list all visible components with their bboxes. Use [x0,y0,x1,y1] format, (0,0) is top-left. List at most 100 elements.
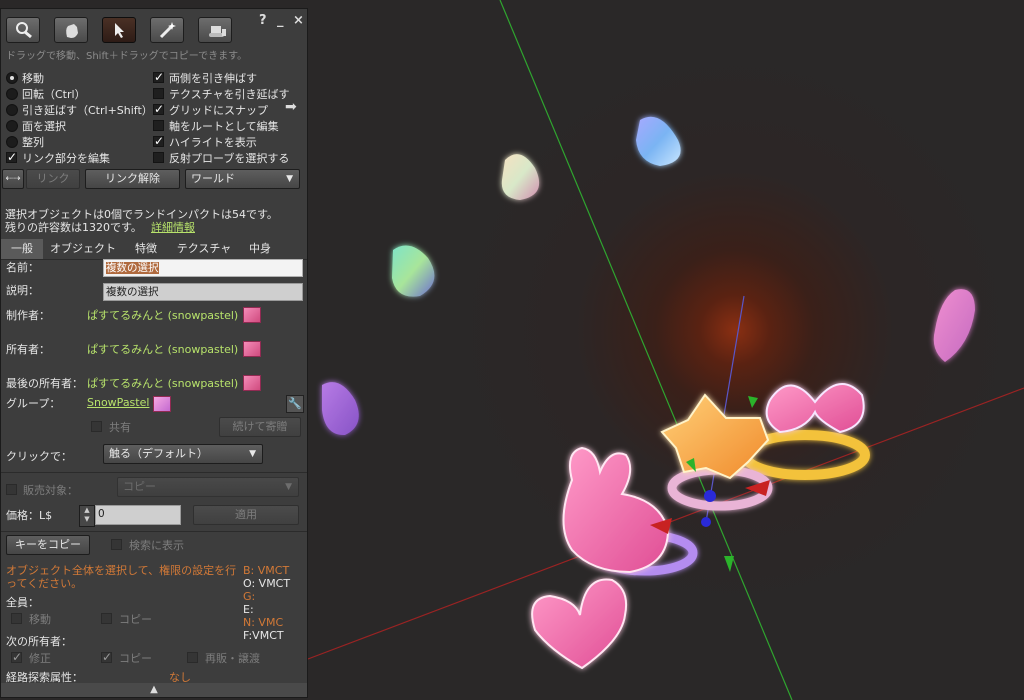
unlink-button[interactable]: リンク解除 [85,169,180,189]
radio-align-label: 整列 [22,136,44,149]
group-label: グループ： [6,397,61,410]
bunny-charm[interactable] [562,446,670,574]
stretch-textures-checkbox[interactable] [153,88,164,99]
everyone-copy-label: コピー [119,613,152,626]
y-axis-arrow[interactable] [724,556,734,572]
sale-type-select[interactable]: コピー ▼ [117,477,299,497]
radio-select-face[interactable] [6,120,18,132]
spinner-up-icon: ▲ [84,506,90,514]
heart-charm[interactable] [531,578,628,670]
edit-axis-root-checkbox[interactable] [153,120,164,131]
tab-features[interactable]: 特徴 [123,239,169,259]
show-highlight-checkbox[interactable] [153,134,164,148]
everyone-move-checkbox[interactable] [11,613,22,624]
description-label: 説明： [6,284,39,297]
tab-texture[interactable]: テクスチャ [169,239,239,259]
share-checkbox[interactable] [91,421,102,432]
z-handle-green[interactable] [748,396,758,408]
show-highlight-label: ハイライトを表示 [169,136,257,149]
ruler-mode-select[interactable]: ワールド ▼ [185,169,300,189]
group-name-link[interactable]: SnowPastel [87,396,149,409]
close-button[interactable]: × [293,13,304,28]
price-spinner[interactable]: ▲ ▼ [79,505,95,527]
pastel-gem-5[interactable] [322,382,359,436]
edit-linked-checkbox[interactable] [6,150,17,164]
owner-name-link[interactable]: ぱすてるみんと (snowpastel) [87,341,238,357]
pastel-gem-1[interactable] [501,154,540,200]
creator-name-link[interactable]: ぱすてるみんと (snowpastel) [87,307,238,323]
price-input[interactable]: 0 [95,505,181,525]
y-axis-line [499,0,793,700]
gizmo-center[interactable] [704,490,716,502]
perm-code-owner: O: VMCT [243,577,291,590]
creator-avatar-icon[interactable] [243,307,261,323]
owner-avatar-icon[interactable] [243,341,261,357]
link-arrows-icon: ⇠⇢ [5,174,21,184]
snap-to-grid-checkbox[interactable] [153,102,164,116]
focus-tool-button[interactable] [6,17,40,43]
everyone-move-label: 移動 [29,613,51,626]
radio-select-face-label: 面を選択 [22,120,66,133]
select-probes-checkbox[interactable] [153,152,164,163]
pastel-gem-4[interactable] [933,289,975,362]
next-resell-label: 再販・譲渡 [205,652,260,665]
spinner-down-icon: ▼ [84,515,90,523]
help-button[interactable]: ? [259,13,267,28]
radio-align[interactable] [6,136,18,148]
stretch-both-sides-checkbox[interactable] [153,70,164,84]
minimize-button[interactable]: _ [277,13,284,28]
radio-rotate-label: 回転（Ctrl） [22,88,86,101]
pastel-gem-2[interactable] [636,116,681,166]
move-tool-button[interactable] [54,17,88,43]
divider-sale [1,472,307,473]
selection-info-line2: 残りの許容数は1320です。 [5,221,142,234]
land-tool-button[interactable] [198,17,232,43]
radio-stretch[interactable] [6,104,18,116]
z-axis-handle[interactable] [701,517,711,527]
link-button[interactable]: リンク [26,169,80,189]
snap-to-grid-label: グリッドにスナップ [169,104,268,117]
apply-button[interactable]: 適用 [193,505,299,525]
magnifier-icon [16,22,32,39]
create-tool-button[interactable] [150,17,184,43]
tab-object[interactable]: オブジェクト [43,239,123,259]
collapse-panel-button[interactable]: ▲ [1,683,307,697]
pastel-gem-3[interactable] [392,245,435,297]
next-modify-checkbox[interactable] [11,650,22,664]
edit-axis-root-label: 軸をルートとして編集 [169,120,279,133]
copy-keys-button[interactable]: キーをコピー [6,535,90,555]
radio-move[interactable] [6,72,18,84]
for-sale-checkbox[interactable] [6,484,17,495]
next-copy-label: コピー [119,652,152,665]
last-owner-avatar-icon[interactable] [243,375,261,391]
next-copy-checkbox[interactable] [101,650,112,664]
tab-content[interactable]: 中身 [239,239,281,259]
link-arrows-button[interactable]: ⇠⇢ [2,169,24,189]
grid-options-arrow-icon[interactable]: ➡ [285,99,297,115]
wrench-icon[interactable]: 🔧 [286,395,304,413]
name-input[interactable]: 複数の選択 [103,259,303,277]
everyone-copy-checkbox[interactable] [101,613,112,624]
edit-tool-button[interactable] [102,17,136,43]
more-info-link[interactable]: 詳細情報 [151,219,195,235]
next-resell-checkbox[interactable] [187,652,198,663]
click-action-label: クリックで： [6,450,72,463]
radio-rotate[interactable] [6,88,18,100]
click-action-select[interactable]: 触る（デフォルト） ▼ [103,444,263,464]
group-icon[interactable] [153,396,171,412]
perm-code-everyone: E: [243,603,254,616]
last-owner-name-link[interactable]: ぱすてるみんと (snowpastel) [87,375,238,391]
show-in-search-checkbox[interactable] [111,539,122,550]
perm-code-fold: F:VMCT [243,629,284,642]
bulldozer-icon [209,26,226,37]
last-owner-label: 最後の所有者： [6,377,83,390]
permissions-notice: オブジェクト全体を選択して、権限の設定を行ってください。 [6,564,237,590]
name-label: 名前： [6,261,39,274]
deed-button[interactable]: 続けて寄贈 [219,417,301,437]
chevron-up-icon: ▲ [150,684,158,695]
bow-charm[interactable] [765,383,865,434]
description-input[interactable]: 複数の選択 [103,283,303,301]
radio-stretch-label: 引き延ばす（Ctrl+Shift） [22,104,153,117]
x-axis-arrow[interactable] [745,480,770,496]
tab-general[interactable]: 一般 [1,239,43,259]
